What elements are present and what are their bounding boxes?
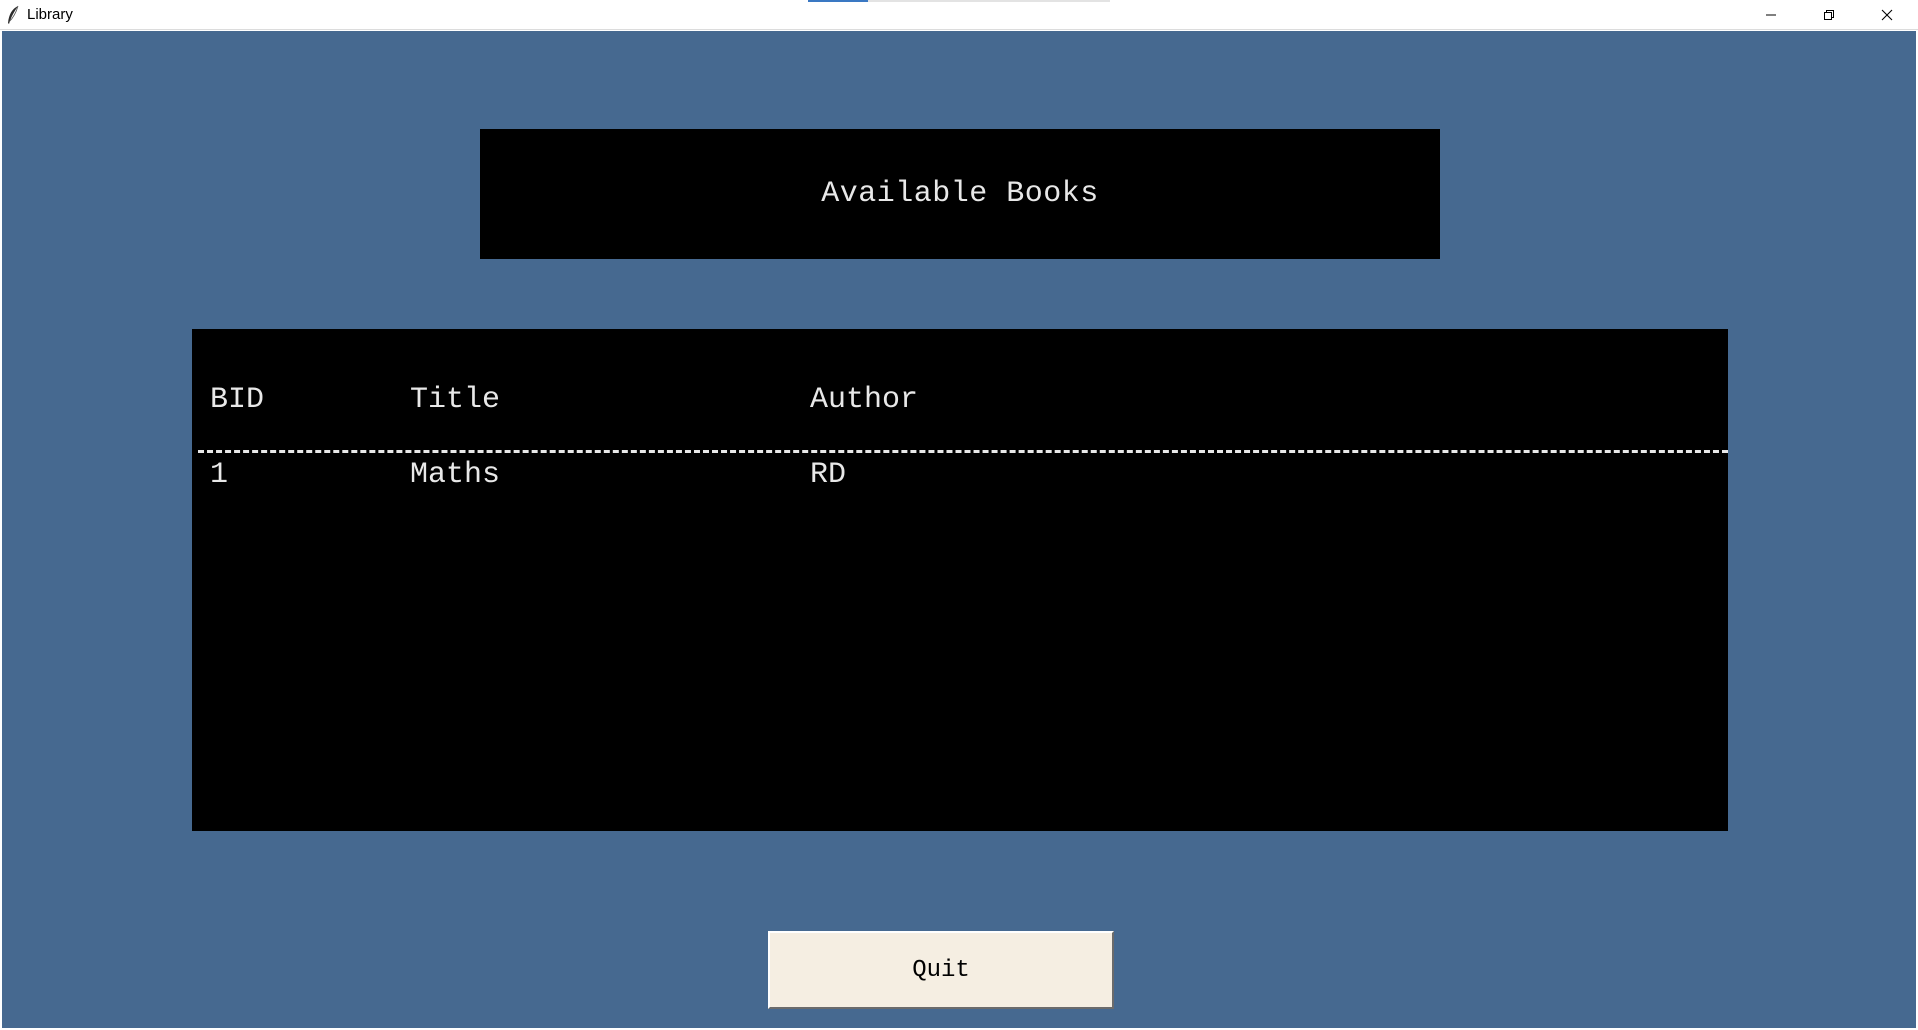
table-cell-title: Maths: [410, 458, 501, 492]
title-bar-accent: [808, 0, 868, 2]
window-title: Library: [27, 6, 73, 23]
title-bar[interactable]: Library: [0, 0, 1918, 30]
client-area: Available Books BID Title Author 1 Maths…: [2, 31, 1916, 1028]
minimize-button[interactable]: [1742, 0, 1800, 30]
library-window: Library Available Books BID Title Author…: [0, 0, 1918, 1030]
close-icon: [1881, 9, 1893, 21]
header-divider: [198, 450, 1728, 453]
restore-icon: [1824, 10, 1834, 20]
page-title: Available Books: [821, 177, 1099, 211]
minimize-icon: [1766, 14, 1776, 16]
column-header-bid: BID: [210, 383, 265, 417]
table-cell-author: RD: [810, 458, 847, 492]
heading-panel: Available Books: [480, 129, 1440, 259]
close-button[interactable]: [1858, 0, 1916, 30]
column-header-author: Author: [810, 383, 919, 417]
title-bar-accent-track: [868, 0, 1110, 2]
column-header-title: Title: [410, 383, 501, 417]
table-cell-bid: 1: [210, 458, 229, 492]
books-table: BID Title Author 1 Maths RD: [192, 329, 1728, 831]
maximize-button[interactable]: [1800, 0, 1858, 30]
feather-icon: [8, 5, 19, 24]
quit-button[interactable]: Quit: [768, 931, 1114, 1009]
